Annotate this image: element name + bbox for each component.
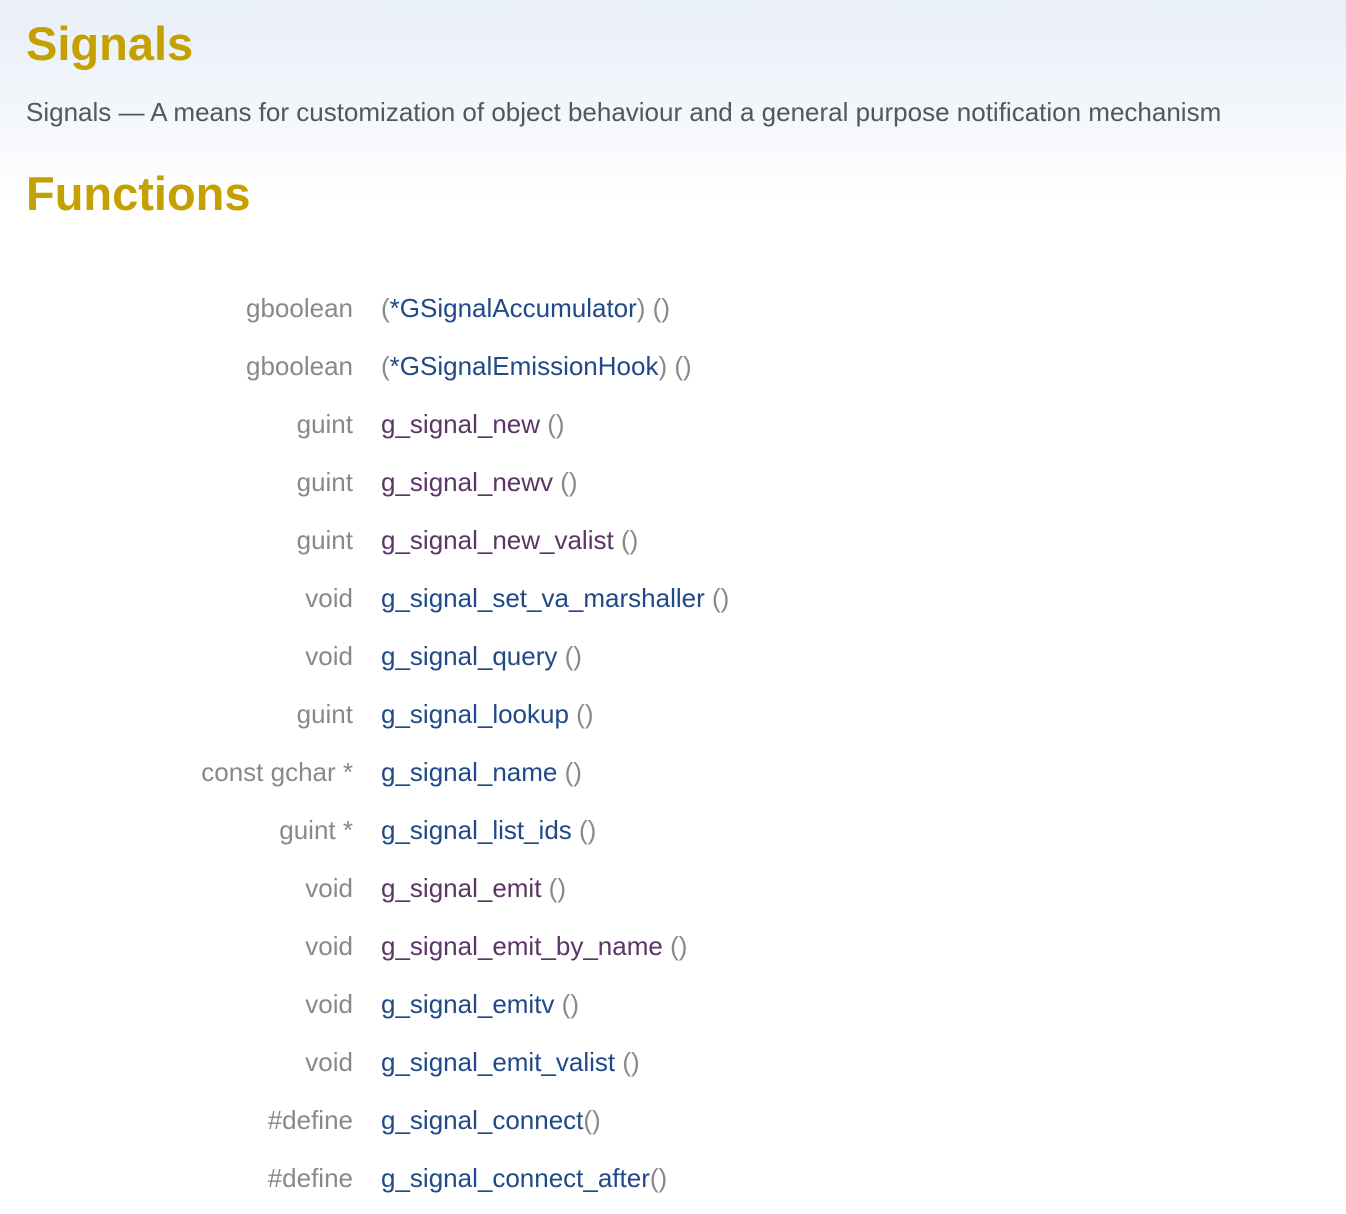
function-row: gboolean (*GSignalEmissionHook) (): [0, 337, 1346, 395]
signature-parens: (): [557, 756, 582, 787]
function-link[interactable]: *GSignalEmissionHook: [390, 351, 659, 381]
function-signature: g_signal_emit_by_name (): [353, 931, 687, 962]
return-type: void: [305, 640, 353, 671]
function-link[interactable]: g_signal_query: [381, 641, 557, 671]
function-row: void g_signal_emit_valist (): [0, 1033, 1346, 1091]
function-row: guint g_signal_new_valist (): [0, 511, 1346, 569]
function-signature: g_signal_connect(): [353, 1105, 601, 1136]
signature-parens: (): [541, 872, 566, 903]
signature-parens: (): [615, 1046, 640, 1077]
function-row: void g_signal_emitv (): [0, 975, 1346, 1033]
function-signature: g_signal_set_va_marshaller (): [353, 583, 729, 614]
signature-parens: (): [540, 408, 565, 439]
signature-parens: (): [554, 988, 579, 1019]
function-link[interactable]: g_signal_emit: [381, 873, 541, 903]
return-type: void: [305, 988, 353, 1019]
function-row: guint * g_signal_list_ids (): [0, 801, 1346, 859]
return-type: #define: [267, 1104, 353, 1135]
function-signature: g_signal_newv (): [353, 467, 578, 498]
function-row: guint g_signal_newv (): [0, 453, 1346, 511]
function-row: guint g_signal_lookup (): [0, 685, 1346, 743]
function-link[interactable]: g_signal_new_valist: [381, 525, 614, 555]
signature-parens: ) (): [636, 292, 670, 323]
function-signature: g_signal_connect_after(): [353, 1163, 667, 1194]
functions-table: gboolean (*GSignalAccumulator) () gboolean…: [0, 279, 1346, 1207]
function-link[interactable]: g_signal_connect: [381, 1105, 583, 1135]
signature-parens: (): [649, 1162, 668, 1193]
return-type: guint: [296, 466, 353, 497]
function-signature: g_signal_emit_valist (): [353, 1047, 640, 1078]
signature-parens: (): [662, 930, 688, 961]
function-row: gboolean (*GSignalAccumulator) (): [0, 279, 1346, 337]
function-signature: g_signal_lookup (): [353, 699, 593, 730]
functions-heading: Functions: [26, 167, 251, 220]
function-link[interactable]: g_signal_new: [381, 409, 540, 439]
function-row: const gchar * g_signal_name (): [0, 743, 1346, 801]
signature-parens: (): [571, 814, 597, 845]
function-link[interactable]: *GSignalAccumulator: [390, 293, 637, 323]
signature-parens: (): [553, 466, 578, 497]
function-signature: (*GSignalEmissionHook) (): [353, 351, 692, 382]
signature-parens: (): [568, 698, 594, 729]
return-type: void: [305, 1046, 353, 1077]
function-row: void g_signal_set_va_marshaller (): [0, 569, 1346, 627]
function-signature: g_signal_list_ids (): [353, 815, 596, 846]
signature-prefix: (: [381, 350, 390, 381]
function-link[interactable]: g_signal_connect_after: [381, 1163, 650, 1193]
function-row: guint g_signal_new (): [0, 395, 1346, 453]
signature-parens: (): [613, 524, 639, 555]
return-type: guint: [296, 524, 353, 555]
return-type: guint: [296, 408, 353, 439]
function-signature: g_signal_emitv (): [353, 989, 579, 1020]
function-signature: g_signal_name (): [353, 757, 582, 788]
doc-page: Signals Signals — A means for customizat…: [0, 0, 1346, 221]
return-type: void: [305, 872, 353, 903]
function-link[interactable]: g_signal_newv: [381, 467, 553, 497]
function-link[interactable]: g_signal_list_ids: [381, 815, 572, 845]
function-signature: g_signal_query (): [353, 641, 582, 672]
function-signature: g_signal_new (): [353, 409, 565, 440]
function-link[interactable]: g_signal_name: [381, 757, 557, 787]
function-row: #define g_signal_connect(): [0, 1091, 1346, 1149]
function-link[interactable]: g_signal_lookup: [381, 699, 569, 729]
function-link[interactable]: g_signal_set_va_marshaller: [381, 583, 705, 613]
signature-parens: (): [704, 582, 730, 613]
function-row: void g_signal_emit_by_name (): [0, 917, 1346, 975]
signature-prefix: (: [381, 292, 390, 323]
page-title: Signals: [26, 17, 194, 70]
function-row: void g_signal_emit (): [0, 859, 1346, 917]
return-type: gboolean: [246, 350, 353, 381]
return-type: guint *: [279, 814, 353, 845]
signature-parens: (): [557, 640, 582, 671]
function-signature: g_signal_new_valist (): [353, 525, 638, 556]
return-type: const gchar *: [201, 756, 353, 787]
function-signature: g_signal_emit (): [353, 873, 566, 904]
function-signature: (*GSignalAccumulator) (): [353, 293, 670, 324]
function-row: void g_signal_query (): [0, 627, 1346, 685]
return-type: void: [305, 582, 353, 613]
return-type: guint: [296, 698, 353, 729]
signature-parens: (): [583, 1104, 601, 1135]
function-row: #define g_signal_connect_after(): [0, 1149, 1346, 1207]
return-type: void: [305, 930, 353, 961]
return-type: #define: [267, 1162, 353, 1193]
page-purpose: Signals — A means for customization of o…: [26, 97, 1222, 127]
function-link[interactable]: g_signal_emit_valist: [381, 1047, 615, 1077]
function-link[interactable]: g_signal_emitv: [381, 989, 554, 1019]
signature-parens: ) (): [658, 350, 692, 381]
function-link[interactable]: g_signal_emit_by_name: [381, 931, 663, 961]
return-type: gboolean: [246, 292, 353, 323]
